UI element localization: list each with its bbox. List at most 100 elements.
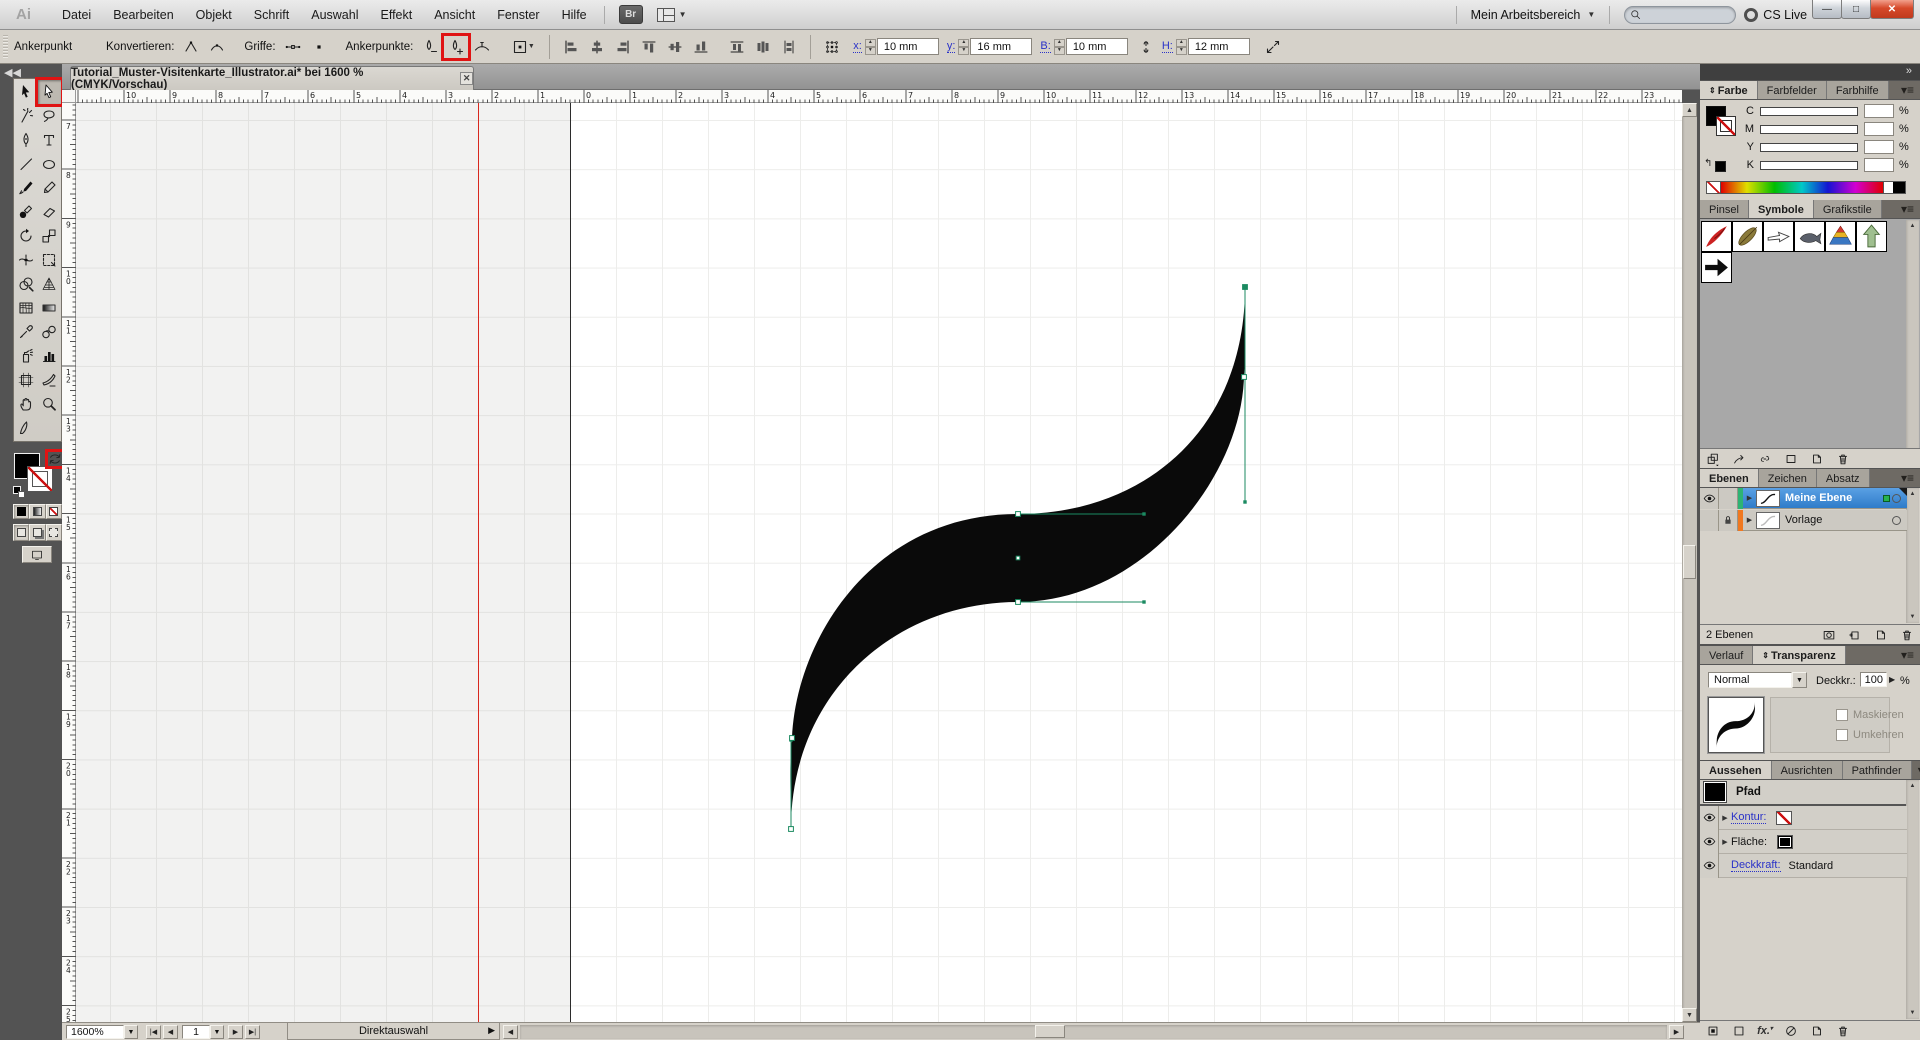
convert-to-smooth-button[interactable] (205, 36, 229, 58)
horizontal-scroll-thumb[interactable] (1035, 1025, 1065, 1038)
rocket-symbol[interactable] (1701, 221, 1732, 252)
menu-effekt[interactable]: Effekt (369, 4, 423, 26)
align-center-button[interactable] (585, 36, 609, 58)
convert-to-corner-button[interactable] (179, 36, 203, 58)
tab-farbfelder[interactable]: Farbfelder (1758, 81, 1827, 99)
delete-item-button[interactable] (1830, 1024, 1856, 1038)
document-tab[interactable]: Tutorial_Muster-Visitenkarte_Illustrator… (70, 66, 474, 90)
layers-scrollbar[interactable]: ▲ ▼ (1906, 488, 1919, 623)
menu-datei[interactable]: Datei (51, 4, 102, 26)
symbols-scrollbar[interactable]: ▲ ▼ (1906, 220, 1919, 467)
menu-fenster[interactable]: Fenster (486, 4, 550, 26)
break-symbol-link-button[interactable] (1752, 452, 1778, 466)
checkbox-maskieren[interactable]: Maskieren (1836, 709, 1904, 721)
swap-colors[interactable] (48, 452, 62, 466)
tab-absatz[interactable]: Absatz (1817, 469, 1870, 487)
appearance-visibility-toggle[interactable] (1700, 806, 1719, 830)
distribute-top-button[interactable] (725, 36, 749, 58)
checkbox-umkehren[interactable]: Umkehren (1836, 729, 1904, 741)
make-clipping-mask-button[interactable] (1816, 628, 1842, 642)
scroll-down-icon[interactable]: ▼ (1682, 1008, 1697, 1022)
duplicate-item-button[interactable] (1804, 1024, 1830, 1038)
blend-tool[interactable] (38, 320, 62, 344)
spinner-icon[interactable]: ▲▼ (1176, 39, 1187, 55)
gradient-button[interactable] (29, 504, 45, 519)
knife-tool[interactable] (14, 416, 38, 440)
appearance-scrollbar[interactable]: ▲ ▼ (1906, 780, 1919, 1019)
layer-row[interactable]: ▶ Vorlage (1700, 510, 1907, 531)
scroll-left-icon[interactable]: ◀ (503, 1025, 518, 1039)
tab-verlauf[interactable]: Verlauf (1700, 646, 1753, 664)
search-box[interactable] (1624, 6, 1736, 24)
magic-wand-tool[interactable] (14, 104, 38, 128)
scale-tool[interactable] (38, 224, 62, 248)
width-tool[interactable] (14, 248, 38, 272)
channel-slider[interactable] (1760, 125, 1858, 134)
arrange-documents-button[interactable]: ▼ (657, 8, 687, 22)
page-dropdown-icon[interactable]: ▼ (210, 1025, 224, 1039)
rotate-tool[interactable] (14, 224, 38, 248)
delete-symbol-button[interactable] (1830, 452, 1856, 466)
spinner-icon[interactable]: ▲▼ (865, 39, 876, 55)
black-swatch[interactable] (1777, 835, 1793, 849)
new-sublayer-button[interactable] (1842, 628, 1868, 642)
panel-menu-icon[interactable]: ▾≡ (1895, 200, 1920, 218)
close-button[interactable]: ✕ (1870, 0, 1914, 19)
none-swatch[interactable] (1776, 811, 1792, 825)
shape-builder-tool[interactable] (14, 272, 38, 296)
field-value[interactable]: 12 mm (1188, 38, 1250, 55)
vertical-ruler[interactable]: 78910111213141516171819202122232425 (62, 103, 76, 1022)
show-handles-button[interactable] (281, 36, 305, 58)
panel-menu-icon[interactable]: ▾≡ (1895, 81, 1920, 99)
tab-farbe[interactable]: ⇕Farbe (1700, 81, 1758, 99)
constrain-proportions-button[interactable] (1138, 39, 1154, 55)
channel-value-field[interactable] (1864, 122, 1894, 136)
field-value[interactable]: 16 mm (970, 38, 1032, 55)
stroke-swatch[interactable] (27, 466, 53, 492)
fish-symbol[interactable] (1794, 221, 1825, 252)
new-symbol-button[interactable] (1804, 452, 1830, 466)
tab-ebenen[interactable]: Ebenen (1700, 469, 1759, 487)
appearance-row[interactable]: Deckkraft: Standard (1700, 854, 1907, 878)
scroll-up-icon[interactable]: ▲ (1906, 220, 1919, 232)
field-value[interactable]: 10 mm (1066, 38, 1128, 55)
arrow-sketch-symbol[interactable] (1763, 221, 1794, 252)
align-bottom-button[interactable] (689, 36, 713, 58)
delete-layer-button[interactable] (1894, 628, 1920, 642)
none-swatch[interactable] (1707, 182, 1721, 193)
draw-inside-mode-button[interactable] (46, 524, 62, 541)
free-transform-tool[interactable] (38, 248, 62, 272)
color-button[interactable] (13, 504, 29, 519)
ellipse-tool[interactable] (38, 152, 62, 176)
add-effect-button[interactable]: fx.▾ (1752, 1025, 1778, 1037)
collapse-panels-icon[interactable]: » (1906, 65, 1912, 77)
close-tab-icon[interactable]: ✕ (460, 72, 473, 85)
align-right-button[interactable] (611, 36, 635, 58)
hide-handles-button[interactable] (307, 36, 331, 58)
layer-thumbnail[interactable] (1756, 490, 1780, 507)
layer-thumbnail[interactable] (1756, 512, 1780, 529)
pencil-tool[interactable] (38, 176, 62, 200)
menu-schrift[interactable]: Schrift (243, 4, 300, 26)
appearance-item-header[interactable]: Pfad (1700, 780, 1907, 806)
scale-strokes-effects-button[interactable] (1261, 36, 1285, 58)
menu-bearbeiten[interactable]: Bearbeiten (102, 4, 184, 26)
blend-mode-dropdown-icon[interactable]: ▼ (1792, 672, 1807, 688)
new-layer-button[interactable] (1868, 628, 1894, 642)
panel-menu-icon[interactable]: ▾≡ (1895, 469, 1920, 487)
graph-tool[interactable] (38, 344, 62, 368)
pyramid-symbol[interactable] (1825, 221, 1856, 252)
add-anchor-button[interactable] (444, 36, 468, 58)
place-symbol-button[interactable] (1726, 452, 1752, 466)
blend-mode-select[interactable]: Normal (1708, 672, 1792, 688)
cs-live-button[interactable]: CS Live ▼ (1744, 8, 1820, 22)
channel-value-field[interactable] (1864, 104, 1894, 118)
draw-behind-mode-button[interactable] (29, 524, 45, 541)
feather-symbol[interactable] (1732, 221, 1763, 252)
tab-transparenz[interactable]: ⇕Transparenz (1753, 646, 1846, 664)
panel-menu-icon[interactable]: ▾≡ (1912, 761, 1920, 779)
opacity-field[interactable]: 100 (1860, 672, 1887, 687)
horizontal-ruler[interactable]: 1098765432101234567891011121314151617181… (76, 90, 1682, 103)
bridge-button[interactable]: Br (619, 5, 643, 24)
workspace-switcher[interactable]: Mein Arbeitsbereich ▼ (1471, 8, 1596, 22)
